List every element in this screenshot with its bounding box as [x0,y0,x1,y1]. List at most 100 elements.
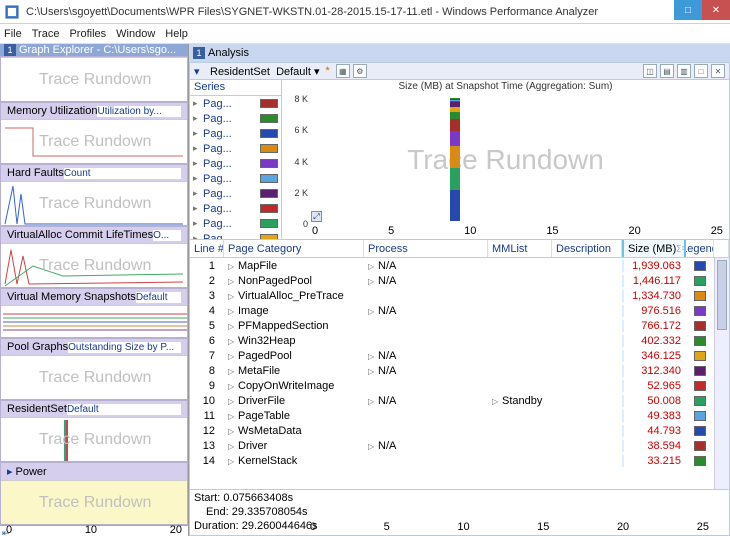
group-sparkline[interactable]: Trace Rundown [1,57,187,101]
expand-icon[interactable]: ▷ [228,337,236,346]
expand-icon[interactable]: ▷ [228,262,236,271]
graph-group-virtualalloc-commit-lifetimes[interactable]: VirtualAlloc Commit LifeTimesO...Trace R… [0,226,188,288]
expand-icon[interactable]: ▷ [368,307,376,316]
expand-icon[interactable]: ▷ [368,397,376,406]
expand-icon[interactable]: ▷ [492,397,500,406]
table-row[interactable]: 10▷DriverFile▷N/A▷Standby50.008 [190,393,729,408]
expand-icon[interactable]: ▷ [228,277,236,286]
series-row[interactable]: ▸Pag... [190,111,281,126]
col-legend[interactable]: Legend [686,240,714,257]
series-row[interactable]: ▸Pag... [190,186,281,201]
expand-icon[interactable]: ▸ [193,98,203,109]
group-sparkline[interactable]: Trace Rundown [1,480,187,524]
close-pane-button[interactable]: ✕ [711,64,725,78]
expand-icon[interactable]: ▷ [228,397,236,406]
expand-icon[interactable]: ▷ [228,427,236,436]
expand-icon[interactable]: ▷ [228,382,236,391]
menu-file[interactable]: File [4,28,22,40]
scrollbar-thumb[interactable] [717,260,727,330]
group-header[interactable]: ▸Power [1,463,187,480]
series-row[interactable]: ▸Pag... [190,126,281,141]
expand-icon[interactable]: ▷ [368,277,376,286]
series-row[interactable]: ▸Pag... [190,201,281,216]
expand-icon[interactable]: ▷ [228,457,236,466]
expand-icon[interactable]: ▸ [193,188,203,199]
table-row[interactable]: 3▷VirtualAlloc_PreTrace1,334.730 [190,288,729,303]
graph-group-power[interactable]: ▸PowerTrace Rundown [0,462,188,525]
expand-icon[interactable]: ▸ [193,128,203,139]
expand-icon[interactable]: ▷ [228,292,236,301]
analysis-tab[interactable]: 1 Analysis [189,44,730,62]
expand-icon[interactable]: ▸ [7,465,13,478]
table-row[interactable]: 7▷PagedPool▷N/A346.125 [190,348,729,363]
table-row[interactable]: 1▷MapFile▷N/A1,939.063 [190,258,729,273]
col-line[interactable]: Line # [190,240,224,257]
expand-icon[interactable]: ▷ [228,352,236,361]
expand-icon[interactable]: ▸ [193,233,203,239]
col-description[interactable]: Description [552,240,622,257]
graph-group-hard-faults[interactable]: Hard FaultsCountTrace Rundown [0,164,188,226]
expand-icon[interactable]: ▸ [193,143,203,154]
group-header[interactable]: ResidentSetDefault [1,401,187,417]
toolbar-button[interactable]: ▦ [336,64,350,78]
table-scrollbar[interactable] [714,258,729,489]
expand-icon[interactable]: ▸ [193,203,203,214]
expand-toggle-icon[interactable]: ▾ [194,65,204,78]
group-header[interactable]: Virtual Memory SnapshotsDefault [1,289,187,305]
close-button[interactable]: ✕ [702,0,730,20]
group-sparkline[interactable]: Trace Rundown [1,243,187,287]
series-row[interactable]: ▸Pag... [190,231,281,239]
expand-icon[interactable]: ▷ [228,367,236,376]
view-split-button[interactable]: ▤ [660,64,674,78]
graph-group-memory-utilization[interactable]: Memory UtilizationUtilization by...Trace… [0,102,188,164]
table-row[interactable]: 9▷CopyOnWriteImage52.965 [190,378,729,393]
expand-icon[interactable]: ▷ [228,412,236,421]
expand-icon[interactable]: ▷ [368,262,376,271]
stacked-bar[interactable] [450,98,460,221]
table-row[interactable]: 4▷Image▷N/A976.516 [190,303,729,318]
table-row[interactable]: 11▷PageTable49.383 [190,408,729,423]
table-row[interactable]: 6▷Win32Heap402.332 [190,333,729,348]
series-header[interactable]: Series [190,80,281,96]
expand-icon[interactable]: ▸ [193,218,203,229]
col-process[interactable]: Process [364,240,488,257]
table-row[interactable]: 2▷NonPagedPool▷N/A1,446.117 [190,273,729,288]
expand-icon[interactable]: ▸ [193,173,203,184]
menu-profiles[interactable]: Profiles [69,28,106,40]
col-mmlist[interactable]: MMList [488,240,552,257]
col-size[interactable]: Size (MB)∑↕ [622,240,686,257]
group-header[interactable]: VirtualAlloc Commit LifeTimesO... [1,227,187,243]
graph-explorer-tab[interactable]: 1 Graph Explorer - C:\Users\sgo... [0,44,188,56]
graph-explorer-timeline[interactable]: ⇤ 0 10 20 [0,525,188,536]
table-row[interactable]: 5▷PFMappedSection766.172 [190,318,729,333]
graph-group-residentset[interactable]: ResidentSetDefaultTrace Rundown [0,400,188,462]
group-sparkline[interactable]: Trace Rundown [1,119,187,163]
menu-window[interactable]: Window [116,28,155,40]
series-row[interactable]: ▸Pag... [190,141,281,156]
view-chart-only-button[interactable]: ◫ [643,64,657,78]
group-sparkline[interactable]: Trace Rundown [1,355,187,399]
view-table-only-button[interactable]: ▥ [677,64,691,78]
group-header[interactable]: Memory UtilizationUtilization by... [1,103,187,119]
series-row[interactable]: ▸Pag... [190,171,281,186]
maximize-pane-button[interactable]: □ [694,64,708,78]
graph-group-top[interactable]: Trace Rundown [0,56,188,102]
expand-icon[interactable]: ▷ [368,442,376,451]
series-row[interactable]: ▸Pag... [190,156,281,171]
status-ruler[interactable]: 0510152025 [310,490,709,534]
group-header[interactable]: Pool GraphsOutstanding Size by P... [1,339,187,355]
toolbar-button[interactable]: ⚙ [353,64,367,78]
table-row[interactable]: 8▷MetaFile▷N/A312.340 [190,363,729,378]
graph-group-virtual-memory-snapshots[interactable]: Virtual Memory SnapshotsDefault [0,288,188,338]
table-row[interactable]: 13▷Driver▷N/A38.594 [190,438,729,453]
expand-icon[interactable]: ▷ [228,307,236,316]
graph-group-pool-graphs[interactable]: Pool GraphsOutstanding Size by P...Trace… [0,338,188,400]
series-row[interactable]: ▸Pag... [190,96,281,111]
table-row[interactable]: 12▷WsMetaData44.793 [190,423,729,438]
chart-canvas[interactable]: Size (MB) at Snapshot Time (Aggregation:… [282,80,729,239]
graph-name-combo[interactable]: ResidentSet Default ▾ [210,65,320,78]
group-header[interactable]: Hard FaultsCount [1,165,187,181]
menu-help[interactable]: Help [165,28,188,40]
menu-trace[interactable]: Trace [32,28,60,40]
group-sparkline[interactable] [1,305,187,337]
